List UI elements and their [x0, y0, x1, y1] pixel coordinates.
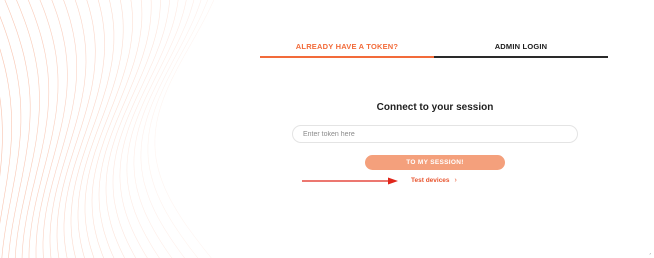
decorative-wave-line — [4, 0, 31, 258]
decorative-wave-line — [126, 0, 187, 258]
tab-admin-label: ADMIN LOGIN — [494, 42, 548, 51]
decorative-wave-line — [140, 0, 202, 258]
chevron-right-icon: › — [454, 177, 457, 184]
decorative-wave-line — [133, 0, 195, 258]
decorative-wave-line — [0, 15, 22, 258]
login-page: ALREADY HAVE A TOKEN? ADMIN LOGIN Connec… — [0, 0, 654, 258]
tab-admin-login[interactable]: ADMIN LOGIN — [434, 36, 608, 58]
tab-token-label: ALREADY HAVE A TOKEN? — [295, 42, 399, 51]
tab-already-have-token[interactable]: ALREADY HAVE A TOKEN? — [260, 36, 434, 58]
test-devices-link[interactable]: Test devices › — [411, 177, 457, 184]
decorative-wave-line — [91, 0, 143, 258]
decorative-wave-line — [0, 48, 13, 225]
corner-resize-mark: ˏ — [649, 249, 651, 255]
decorative-wave-line — [42, 0, 78, 258]
session-heading: Connect to your session — [376, 102, 494, 113]
annotation-arrow-icon — [302, 177, 398, 185]
decorative-wave-line — [70, 0, 115, 258]
to-my-session-button[interactable]: TO MY SESSION! — [365, 155, 505, 170]
login-tabs: ALREADY HAVE A TOKEN? ADMIN LOGIN — [260, 36, 608, 58]
decorative-wave-line — [56, 0, 96, 258]
decorative-wave-line — [35, 0, 68, 258]
decorative-wave-line — [28, 0, 59, 258]
decorative-wave-line — [98, 0, 152, 258]
decorative-wave-line — [154, 0, 215, 258]
decorative-wave-line — [112, 0, 170, 258]
test-devices-label: Test devices — [411, 177, 450, 184]
token-input[interactable] — [292, 125, 578, 143]
decorative-wave-line — [14, 0, 40, 258]
decorative-wave-lines — [0, 0, 215, 258]
